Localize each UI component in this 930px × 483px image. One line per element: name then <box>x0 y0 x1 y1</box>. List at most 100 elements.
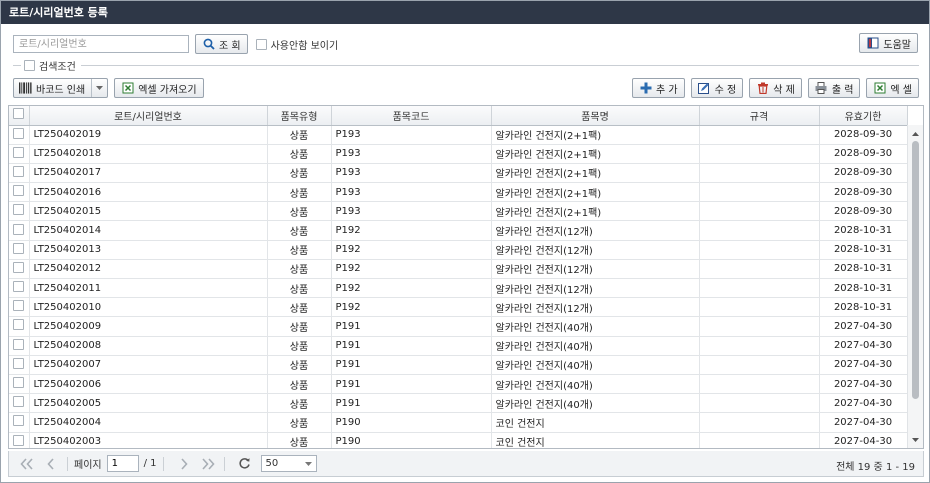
cell-item-type: 상품 <box>267 336 332 356</box>
cell-item-type: 상품 <box>267 182 332 203</box>
table-row[interactable]: LT250402008 상품 P191 알카라인 건전지(40개) 2027-04-30 <box>9 336 908 356</box>
table-row[interactable]: LT250402013 상품 P192 알카라인 건전지(12개) 2028-10-31 <box>9 240 908 260</box>
search-icon <box>202 38 215 51</box>
page-size-select[interactable]: 50 <box>260 455 317 472</box>
row-checkbox[interactable] <box>13 415 25 427</box>
table-header-row: 로트/시리얼번호 품목유형 품목코드 품목명 규격 유효기한 <box>9 106 908 126</box>
search-button[interactable]: 조 회 <box>195 34 248 54</box>
scroll-thumb[interactable] <box>912 141 919 399</box>
row-checkbox[interactable] <box>13 127 25 139</box>
table-row[interactable]: LT250402010 상품 P192 알카라인 건전지(12개) 2028-10-31 <box>9 297 908 318</box>
select-all-checkbox[interactable] <box>13 108 25 120</box>
search-input[interactable] <box>13 35 189 53</box>
table-row[interactable]: LT250402017 상품 P193 알카라인 건전지(2+1팩) 2028-09-3… <box>9 163 908 184</box>
cell-item-name: 알카라인 건전지(40개) <box>491 336 700 356</box>
excel-export-button[interactable]: 엑 셀 <box>866 78 919 98</box>
cell-spec <box>699 393 820 414</box>
table-row[interactable]: LT250402009 상품 P191 알카라인 건전지(40개) 2027-04-30 <box>9 316 908 337</box>
table-row[interactable]: LT250402006 상품 P191 알카라인 건전지(40개) 2027-04-30 <box>9 374 908 395</box>
table-row[interactable]: LT250402005 상품 P191 알카라인 건전지(40개) 2027-04-30 <box>9 393 908 414</box>
cell-item-name: 코인 건전지 <box>491 432 700 448</box>
row-checkbox[interactable] <box>13 146 25 158</box>
chevron-down-icon[interactable] <box>91 79 107 97</box>
last-page-icon[interactable] <box>198 455 218 473</box>
first-page-icon[interactable] <box>17 455 37 473</box>
column-header-expiry[interactable]: 유효기한 <box>819 106 908 126</box>
row-checkbox[interactable] <box>13 242 25 254</box>
search-condition-toggle[interactable]: 검색조건 <box>24 58 76 73</box>
row-checkbox[interactable] <box>13 165 25 177</box>
show-unused-toggle[interactable]: 사용안함 보이기 <box>255 37 338 52</box>
row-checkbox[interactable] <box>13 204 25 216</box>
row-checkbox[interactable] <box>13 338 25 350</box>
table-row[interactable]: LT250402004 상품 P190 코인 건전지 2027-04-30 <box>9 412 908 433</box>
row-checkbox[interactable] <box>13 357 25 369</box>
table-row[interactable]: LT250402015 상품 P193 알카라인 건전지(2+1팩) 2028-09-3… <box>9 201 908 222</box>
cell-lot-serial: LT250402009 <box>29 316 268 337</box>
row-select-cell <box>9 374 30 395</box>
cell-item-name: 알카라인 건전지(2+1팩) <box>491 163 700 184</box>
cell-item-code: P192 <box>331 297 492 318</box>
cell-lot-serial: LT250402010 <box>29 297 268 318</box>
vertical-scrollbar[interactable] <box>907 125 923 448</box>
prev-page-icon[interactable] <box>41 455 61 473</box>
cell-item-type: 상품 <box>267 374 332 395</box>
column-header-lot-serial[interactable]: 로트/시리얼번호 <box>29 106 268 126</box>
row-checkbox[interactable] <box>13 281 25 293</box>
delete-button[interactable]: 삭 제 <box>749 78 802 98</box>
row-checkbox[interactable] <box>13 377 25 389</box>
page-number-input[interactable] <box>106 455 139 472</box>
excel-import-button[interactable]: 엑셀 가져오기 <box>114 78 204 98</box>
cell-expiry: 2028-10-31 <box>819 240 908 260</box>
search-condition-label: 검색조건 <box>39 61 76 73</box>
row-checkbox[interactable] <box>13 223 25 235</box>
cell-item-type: 상품 <box>267 355 332 375</box>
cell-item-type: 상품 <box>267 259 332 280</box>
divider <box>80 64 919 66</box>
excel-import-label: 엑셀 가져오기 <box>138 84 197 96</box>
page-label: 페이지 <box>74 460 102 471</box>
cell-spec <box>699 182 820 203</box>
row-checkbox[interactable] <box>13 300 25 312</box>
column-header-item-name[interactable]: 품목명 <box>491 106 700 126</box>
edit-button[interactable]: 수 정 <box>690 78 744 98</box>
scroll-up-icon[interactable] <box>908 127 923 141</box>
table-row[interactable]: LT250402011 상품 P192 알카라인 건전지(12개) 2028-10-31 <box>9 278 908 299</box>
show-unused-checkbox[interactable] <box>255 38 267 50</box>
cell-item-name: 알카라인 건전지(12개) <box>491 240 700 260</box>
cell-item-type: 상품 <box>267 393 332 414</box>
scroll-down-icon[interactable] <box>908 433 923 447</box>
table-row[interactable]: LT250402018 상품 P193 알카라인 건전지(2+1팩) 2028-09-3… <box>9 144 908 164</box>
column-header-item-type[interactable]: 품목유형 <box>267 106 332 126</box>
table-row[interactable]: LT250402014 상품 P192 알카라인 건전지(12개) 2028-10-31 <box>9 220 908 241</box>
cell-item-name: 알카라인 건전지(40개) <box>491 316 700 337</box>
table-row[interactable]: LT250402016 상품 P193 알카라인 건전지(2+1팩) 2028-09-3… <box>9 182 908 203</box>
table-body: LT250402019 상품 P193 알카라인 건전지(2+1팩) 2028-09-3… <box>9 125 908 448</box>
column-header-spec[interactable]: 규격 <box>699 106 820 126</box>
cell-expiry: 2027-04-30 <box>819 336 908 356</box>
help-button[interactable]: 도움말 <box>859 33 918 53</box>
row-select-cell <box>9 259 30 280</box>
cell-item-code: P193 <box>331 201 492 222</box>
printer-icon <box>815 82 828 95</box>
add-button[interactable]: 추 가 <box>632 78 685 98</box>
search-condition-checkbox[interactable] <box>24 59 35 71</box>
table-row[interactable]: LT250402019 상품 P193 알카라인 건전지(2+1팩) 2028-09-3… <box>9 125 908 145</box>
row-checkbox[interactable] <box>13 319 25 331</box>
row-checkbox[interactable] <box>13 261 25 273</box>
cell-lot-serial: LT250402019 <box>29 125 268 145</box>
cell-item-name: 알카라인 건전지(40개) <box>491 393 700 414</box>
row-checkbox[interactable] <box>13 185 25 197</box>
print-button[interactable]: 출 력 <box>807 78 861 98</box>
column-header-item-code[interactable]: 품목코드 <box>331 106 492 126</box>
row-select-cell <box>9 220 30 241</box>
table-row[interactable]: LT250402003 상품 P190 코인 건전지 2027-04-30 <box>9 432 908 448</box>
table-row[interactable]: LT250402012 상품 P192 알카라인 건전지(12개) 2028-10-31 <box>9 259 908 280</box>
row-checkbox[interactable] <box>13 396 25 408</box>
row-checkbox[interactable] <box>13 434 25 446</box>
search-button-label: 조 회 <box>219 40 241 52</box>
table-row[interactable]: LT250402007 상품 P191 알카라인 건전지(40개) 2027-04-30 <box>9 355 908 375</box>
next-page-icon[interactable] <box>174 455 194 473</box>
barcode-print-button[interactable]: 바코드 인쇄 <box>13 78 109 98</box>
refresh-icon[interactable] <box>235 455 255 473</box>
